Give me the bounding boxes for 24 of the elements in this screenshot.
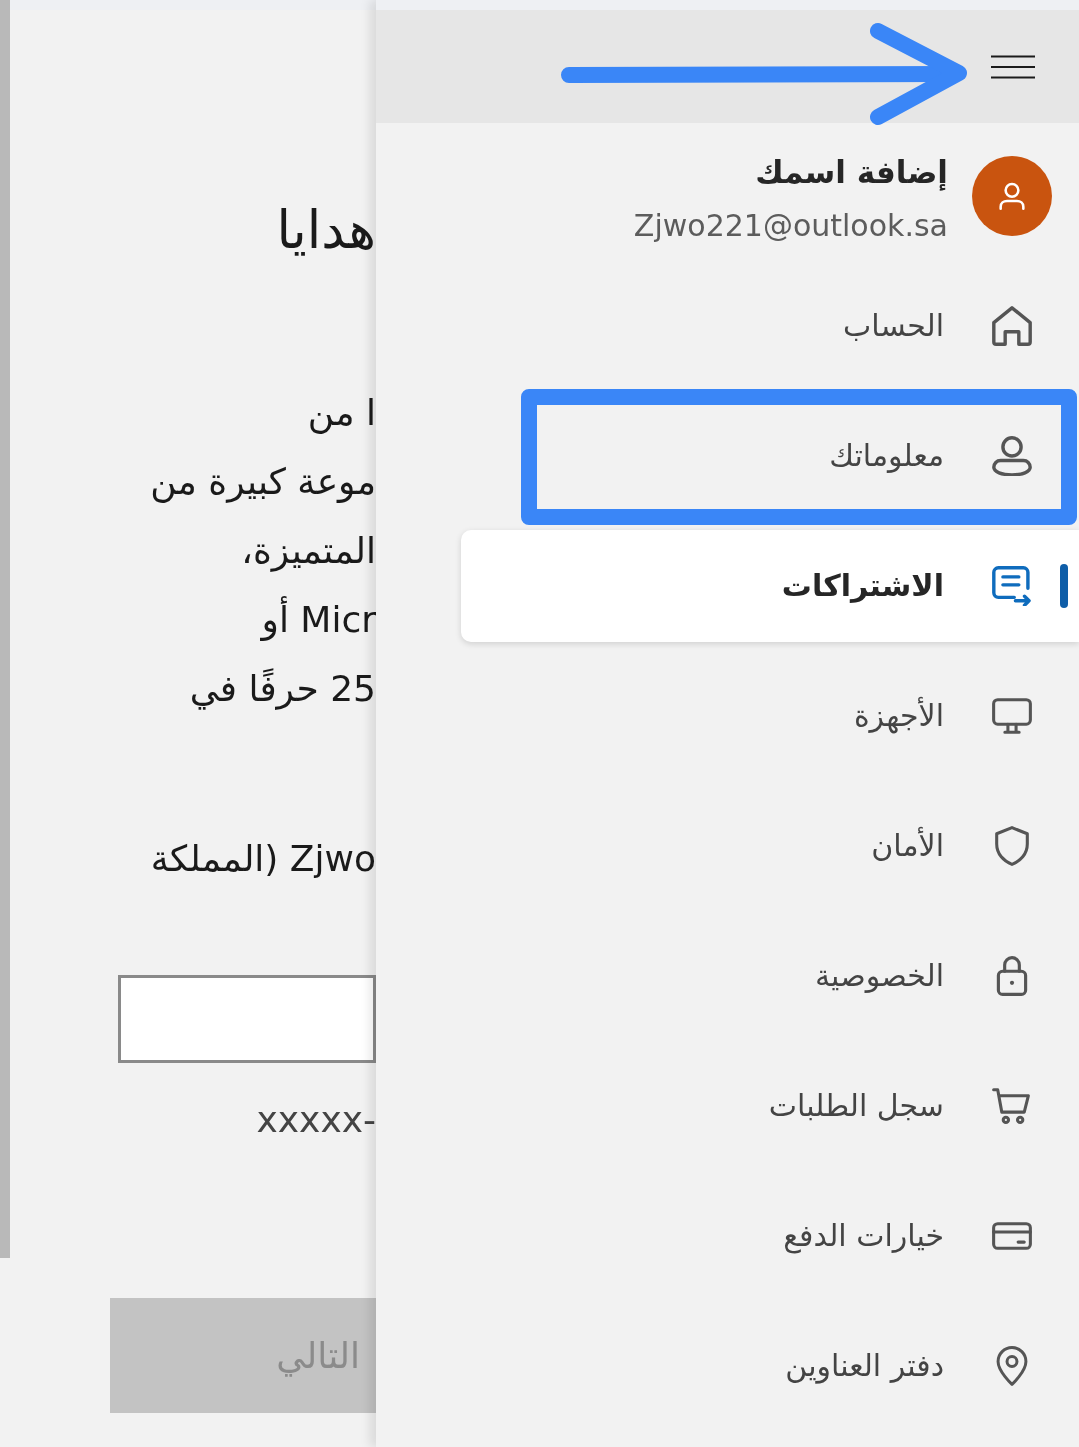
profile-name: إضافة اسمك <box>755 153 948 193</box>
shield-icon <box>992 826 1032 866</box>
person-icon <box>992 436 1032 476</box>
format-hint: xxxxx- <box>256 1098 376 1142</box>
nav-item[interactable]: معلوماتك <box>461 400 1079 512</box>
code-input[interactable] <box>118 975 376 1063</box>
profile-email: Zjwo221@outlook.sa <box>633 207 948 245</box>
selection-indicator <box>1060 564 1068 608</box>
nav-item[interactable]: خيارات الدفع <box>461 1180 1079 1292</box>
nav-item[interactable]: الخصوصية <box>461 920 1079 1032</box>
cart-icon <box>992 1086 1032 1126</box>
nav-item[interactable]: الأجهزة <box>461 660 1079 772</box>
menu-icon <box>990 54 1036 79</box>
home-icon <box>992 306 1032 346</box>
nav-item[interactable]: الأمان <box>461 790 1079 902</box>
nav-item[interactable]: سجل الطلبات <box>461 1050 1079 1162</box>
nav-item[interactable]: الحساب <box>461 270 1079 382</box>
page-title: هدايا <box>276 199 376 261</box>
document-arrow-icon <box>992 566 1032 606</box>
monitor-icon <box>992 696 1032 736</box>
account-text: Zjwo (المملكة <box>150 837 376 881</box>
nav-item[interactable]: الاشتراكات <box>461 530 1079 642</box>
nav-item[interactable]: دفتر العناوين <box>461 1310 1079 1422</box>
body-text: ا من موعة كبيرة من المتميزة، Micr أو 25 حرفًا في <box>150 391 376 712</box>
